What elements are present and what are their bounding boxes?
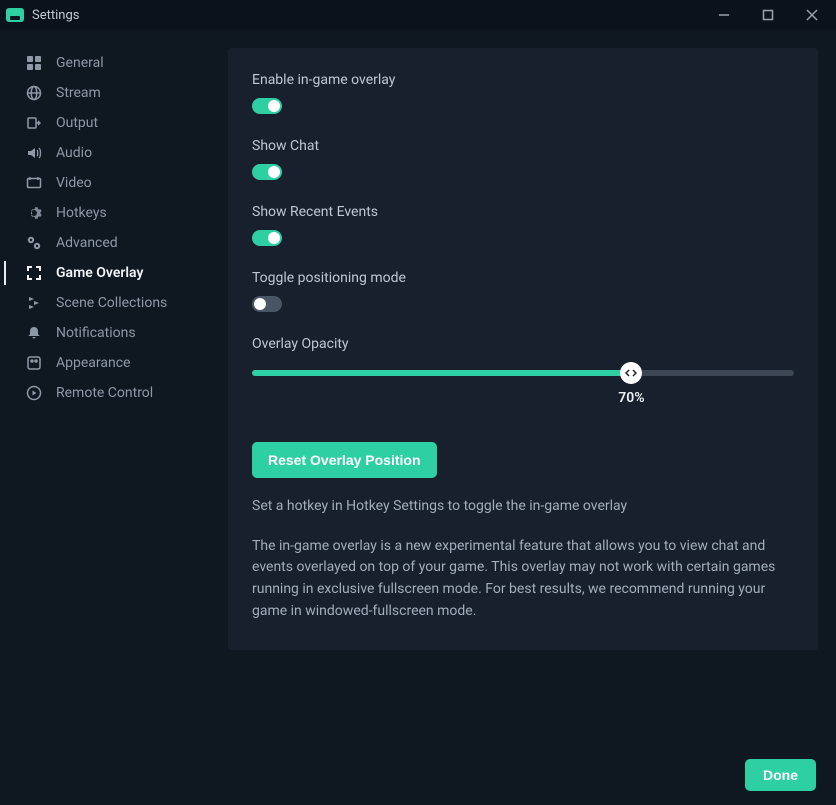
setting-label: Toggle positioning mode [252, 270, 794, 286]
maximize-icon [762, 9, 774, 21]
sidebar-item-scene-collections[interactable]: Scene Collections [0, 288, 228, 318]
bell-icon [26, 325, 42, 341]
titlebar: Settings [0, 0, 836, 30]
audio-icon [26, 145, 42, 161]
toggle-positioning[interactable] [252, 296, 282, 312]
sidebar-item-label: General [56, 55, 104, 71]
globe-icon [26, 85, 42, 101]
minimize-icon [718, 9, 730, 21]
toggle-show-events[interactable] [252, 230, 282, 246]
sidebar-item-label: Hotkeys [56, 205, 107, 221]
toggle-enable-overlay[interactable] [252, 98, 282, 114]
setting-opacity: Overlay Opacity 70% [252, 336, 794, 408]
slider-thumb[interactable] [620, 362, 642, 384]
sidebar-item-appearance[interactable]: Appearance [0, 348, 228, 378]
overlay-description: The in-game overlay is a new experimenta… [252, 536, 794, 623]
collections-icon [26, 295, 42, 311]
sidebar-item-remote-control[interactable]: Remote Control [0, 378, 228, 408]
sidebar-item-label: Notifications [56, 325, 136, 341]
sidebar-item-video[interactable]: Video [0, 168, 228, 198]
sidebar-item-audio[interactable]: Audio [0, 138, 228, 168]
opacity-slider[interactable]: 70% [252, 362, 794, 408]
gear-icon [26, 205, 42, 221]
sidebar-item-output[interactable]: Output [0, 108, 228, 138]
grid-icon [26, 55, 42, 71]
slider-value: 70% [618, 390, 644, 406]
video-icon [26, 175, 42, 191]
sidebar-item-game-overlay[interactable]: Game Overlay [0, 258, 228, 288]
sidebar: General Stream Output Audio Video Hotkey… [0, 30, 228, 745]
sidebar-item-label: Remote Control [56, 385, 153, 401]
sidebar-item-notifications[interactable]: Notifications [0, 318, 228, 348]
slider-fill [252, 370, 631, 376]
sidebar-item-label: Audio [56, 145, 92, 161]
sidebar-item-general[interactable]: General [0, 48, 228, 78]
setting-enable-overlay: Enable in-game overlay [252, 72, 794, 114]
settings-panel: Enable in-game overlay Show Chat Show Re… [228, 48, 818, 650]
sidebar-item-label: Stream [56, 85, 101, 101]
toggle-show-chat[interactable] [252, 164, 282, 180]
appearance-icon [26, 355, 42, 371]
close-button[interactable] [794, 0, 830, 30]
setting-positioning: Toggle positioning mode [252, 270, 794, 312]
reset-overlay-button[interactable]: Reset Overlay Position [252, 442, 437, 478]
setting-label: Show Recent Events [252, 204, 794, 220]
sidebar-item-label: Advanced [56, 235, 118, 251]
setting-show-chat: Show Chat [252, 138, 794, 180]
window-title: Settings [32, 8, 79, 23]
sidebar-item-stream[interactable]: Stream [0, 78, 228, 108]
sidebar-item-hotkeys[interactable]: Hotkeys [0, 198, 228, 228]
sidebar-item-label: Scene Collections [56, 295, 167, 311]
cogs-icon [26, 235, 42, 251]
setting-label: Enable in-game overlay [252, 72, 794, 88]
hotkey-hint: Set a hotkey in Hotkey Settings to toggl… [252, 496, 794, 518]
app-icon [6, 8, 24, 22]
output-icon [26, 115, 42, 131]
close-icon [806, 9, 818, 21]
setting-show-events: Show Recent Events [252, 204, 794, 246]
maximize-button[interactable] [750, 0, 786, 30]
setting-label: Show Chat [252, 138, 794, 154]
done-button[interactable]: Done [745, 759, 816, 791]
sidebar-item-label: Video [56, 175, 92, 191]
sidebar-item-advanced[interactable]: Advanced [0, 228, 228, 258]
setting-label: Overlay Opacity [252, 336, 794, 352]
sidebar-item-label: Game Overlay [56, 265, 143, 281]
play-circle-icon [26, 385, 42, 401]
sidebar-item-label: Output [56, 115, 98, 131]
sidebar-item-label: Appearance [56, 355, 130, 371]
minimize-button[interactable] [706, 0, 742, 30]
overlay-icon [26, 265, 42, 281]
footer: Done [0, 745, 836, 805]
